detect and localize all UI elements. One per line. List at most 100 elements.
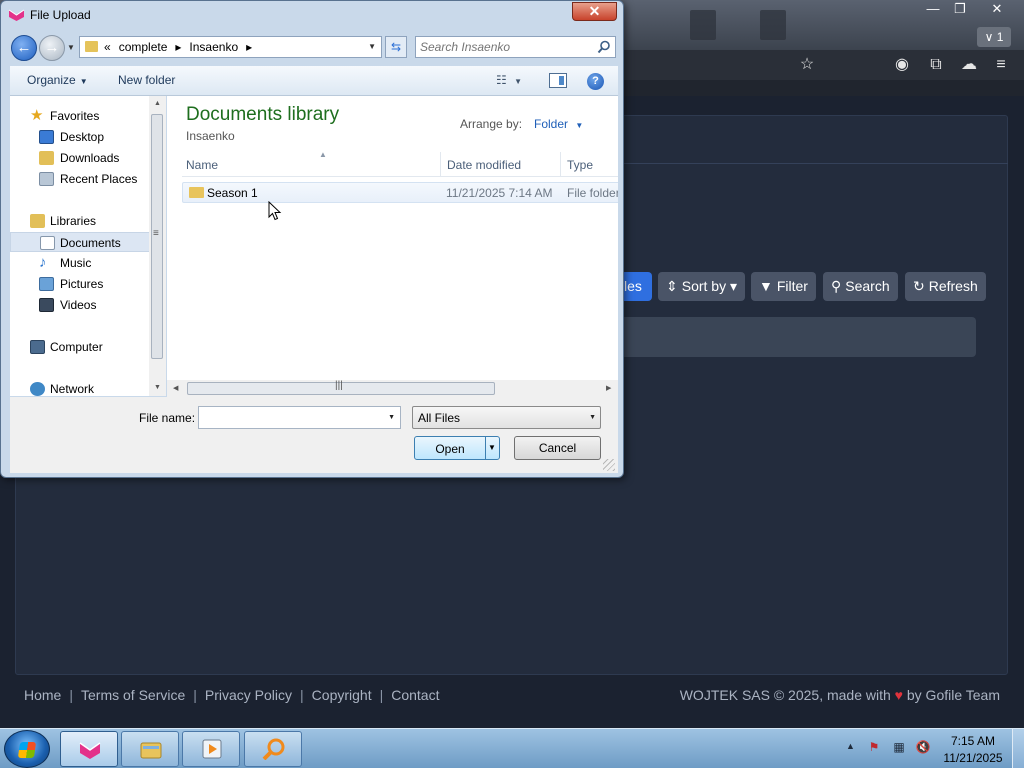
nav-downloads[interactable]: Downloads bbox=[10, 148, 150, 168]
breadcrumb-separator[interactable]: ▸ bbox=[246, 40, 252, 54]
breadcrumb-insaenko[interactable]: Insaenko bbox=[189, 40, 238, 54]
bookmark-star-icon[interactable]: ☆ bbox=[796, 55, 818, 75]
nav-documents[interactable]: Documents bbox=[10, 232, 150, 252]
file-type-select[interactable]: All Files ▼ bbox=[412, 406, 601, 429]
arrange-by-label: Arrange by: bbox=[460, 117, 523, 131]
column-type[interactable]: Type bbox=[567, 158, 593, 172]
dialog-close-button[interactable]: ✕ bbox=[572, 2, 617, 21]
nav-music[interactable]: ♪ Music bbox=[10, 253, 150, 273]
horizontal-scrollbar[interactable]: ◀ ||| ▶ bbox=[167, 380, 618, 397]
address-refresh-button[interactable]: ⇆ bbox=[385, 36, 407, 58]
footer-link-privacy[interactable]: Privacy Policy bbox=[205, 687, 292, 703]
chevron-down-icon: ▼ bbox=[79, 77, 88, 86]
taskbar-app-explorer[interactable] bbox=[121, 731, 179, 767]
back-button[interactable]: ← bbox=[11, 35, 37, 61]
new-folder-button[interactable]: New folder bbox=[118, 73, 175, 87]
refresh-button[interactable]: ↻ Refresh bbox=[905, 272, 986, 301]
breadcrumb-separator[interactable]: ▸ bbox=[175, 40, 181, 54]
footer-separator: | bbox=[69, 687, 73, 703]
file-row[interactable]: Season 1 11/21/2025 7:14 AM File folder bbox=[182, 182, 618, 203]
footer-link-home[interactable]: Home bbox=[24, 687, 61, 703]
cancel-button[interactable]: Cancel bbox=[514, 436, 601, 460]
network-tray-icon[interactable]: ▦ bbox=[891, 739, 907, 755]
column-date-modified[interactable]: Date modified bbox=[447, 158, 521, 172]
nav-desktop[interactable]: Desktop bbox=[10, 127, 150, 147]
file-name-combo[interactable]: ▼ bbox=[198, 406, 401, 429]
preview-pane-icon[interactable] bbox=[549, 73, 567, 88]
clock-date[interactable]: 11/21/2025 bbox=[940, 751, 1006, 765]
nav-computer[interactable]: Computer bbox=[10, 337, 150, 357]
close-icon[interactable]: ✕ bbox=[980, 0, 1014, 18]
menu-icon[interactable]: ≡ bbox=[990, 55, 1012, 75]
change-view-icon[interactable]: ☷ ▼ bbox=[496, 73, 530, 89]
scroll-down-icon[interactable]: ▼ bbox=[154, 384, 161, 391]
nav-desktop-label: Desktop bbox=[60, 130, 105, 144]
tab-count-button[interactable]: ∨ 1 bbox=[977, 27, 1011, 47]
file-name-input[interactable] bbox=[202, 410, 382, 426]
downloads-folder-icon bbox=[39, 151, 54, 165]
taskbar-app-gofile[interactable] bbox=[60, 731, 118, 767]
address-bar[interactable]: « complete ▸ Insaenko ▸ ▼ bbox=[79, 36, 382, 58]
footer-link-contact[interactable]: Contact bbox=[391, 687, 439, 703]
volume-muted-icon[interactable]: 🔇 bbox=[915, 739, 931, 755]
restore-icon[interactable]: ❐ bbox=[943, 0, 977, 18]
column-name[interactable]: Name bbox=[186, 158, 218, 172]
pictures-icon bbox=[39, 277, 54, 291]
nav-computer-label: Computer bbox=[50, 340, 103, 354]
scroll-right-icon[interactable]: ▶ bbox=[606, 384, 611, 392]
breadcrumb-complete[interactable]: complete bbox=[119, 40, 168, 54]
resize-grip[interactable] bbox=[603, 459, 615, 471]
filter-button[interactable]: ▼ Filter bbox=[751, 272, 816, 301]
nav-libraries[interactable]: Libraries bbox=[10, 211, 150, 231]
scroll-up-icon[interactable]: ▲ bbox=[154, 100, 161, 107]
address-dropdown-icon[interactable]: ▼ bbox=[368, 42, 376, 51]
column-divider[interactable] bbox=[440, 152, 441, 177]
file-name-label: File name: bbox=[139, 411, 196, 425]
account-icon[interactable]: ◉ bbox=[891, 55, 913, 75]
help-icon[interactable]: ? bbox=[587, 73, 604, 90]
nav-recent-places[interactable]: Recent Places bbox=[10, 169, 150, 189]
organize-button[interactable]: Organize ▼ bbox=[27, 73, 88, 87]
credit-suffix[interactable]: by Gofile Team bbox=[907, 687, 1000, 703]
start-button[interactable] bbox=[4, 730, 50, 768]
tray-overflow-icon[interactable]: ▲ bbox=[846, 741, 855, 751]
footer-link-copyright[interactable]: Copyright bbox=[312, 687, 372, 703]
heart-icon: ♥ bbox=[894, 687, 903, 703]
clock-time[interactable]: 7:15 AM bbox=[940, 734, 1006, 748]
column-divider[interactable] bbox=[560, 152, 561, 177]
nav-pictures[interactable]: Pictures bbox=[10, 274, 150, 294]
taskbar-app-media[interactable] bbox=[182, 731, 240, 767]
taskbar-app-search[interactable] bbox=[244, 731, 302, 767]
open-button[interactable]: Open ▼ bbox=[414, 436, 500, 460]
sort-by-button[interactable]: ⇕ Sort by ▾ bbox=[658, 272, 746, 301]
file-date: 11/21/2025 7:14 AM bbox=[446, 186, 553, 200]
tab-thumbnail bbox=[760, 10, 786, 40]
chevron-down-icon[interactable]: ▼ bbox=[388, 414, 395, 421]
extensions-icon[interactable]: ⧉ bbox=[925, 55, 947, 75]
arrange-by-dropdown[interactable]: Folder ▼ bbox=[534, 117, 583, 131]
content-bar bbox=[610, 317, 976, 357]
search-input[interactable] bbox=[420, 39, 594, 55]
nav-videos[interactable]: Videos bbox=[10, 295, 150, 315]
action-center-icon[interactable]: ⚑ bbox=[866, 739, 882, 755]
taskbar: ▲ ⚑ ▦ 🔇 7:15 AM 11/21/2025 bbox=[0, 728, 1024, 768]
search-button[interactable]: ⚲ Search bbox=[823, 272, 898, 301]
recent-places-icon bbox=[39, 172, 54, 186]
scroll-grip-icon: ≡ bbox=[153, 228, 159, 239]
nav-favorites[interactable]: ★ Favorites bbox=[10, 106, 150, 126]
breadcrumb-overflow[interactable]: « bbox=[104, 40, 111, 54]
navigation-pane: ★ Favorites Desktop Downloads Recent Pla… bbox=[10, 96, 166, 396]
footer-credit: WOJTEK SAS © 2025, made with ♥ by Gofile… bbox=[680, 687, 1000, 703]
files-button-label: les bbox=[624, 278, 642, 294]
scroll-left-icon[interactable]: ◀ bbox=[173, 384, 178, 392]
show-desktop-button[interactable] bbox=[1012, 729, 1024, 768]
nav-network[interactable]: Network bbox=[10, 379, 150, 396]
chevron-down-icon: ▼ bbox=[514, 77, 523, 86]
history-dropdown-icon[interactable]: ▼ bbox=[67, 43, 75, 52]
forward-button[interactable]: → bbox=[39, 35, 65, 61]
open-options-dropdown-icon[interactable]: ▼ bbox=[488, 443, 496, 452]
search-box[interactable] bbox=[415, 36, 616, 58]
nav-scrollbar[interactable]: ▲ ≡ ▼ bbox=[149, 96, 166, 396]
sync-icon[interactable]: ☁ bbox=[958, 55, 980, 75]
footer-link-terms[interactable]: Terms of Service bbox=[81, 687, 185, 703]
